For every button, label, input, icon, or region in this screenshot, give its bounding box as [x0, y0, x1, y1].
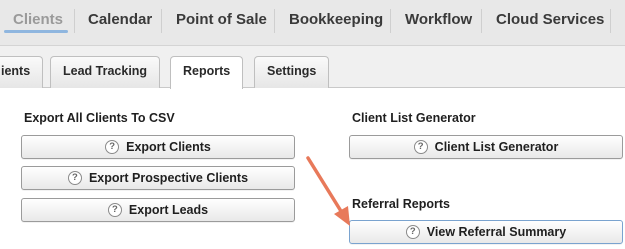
view-referral-summary-label: View Referral Summary — [426, 225, 567, 239]
nav-bookkeeping[interactable]: Bookkeeping — [289, 11, 383, 28]
help-icon[interactable]: ? — [67, 171, 82, 185]
export-heading: Export All Clients To CSV — [24, 111, 175, 125]
help-icon[interactable]: ? — [107, 203, 122, 217]
top-navigation: Clients Calendar Point of Sale Bookkeepi… — [0, 0, 625, 46]
annotation-arrow-icon — [306, 156, 350, 226]
help-icon[interactable]: ? — [105, 140, 120, 154]
export-leads-label: Export Leads — [128, 203, 209, 217]
tab-settings[interactable]: Settings — [254, 56, 330, 88]
export-clients-button[interactable]: ? Export Clients — [21, 135, 295, 159]
export-leads-button[interactable]: ? Export Leads — [21, 198, 295, 222]
sub-tab-bar: ients Lead Tracking Reports Settings — [0, 46, 625, 89]
nav-divider — [161, 9, 162, 33]
client-list-heading: Client List Generator — [352, 111, 476, 125]
nav-divider — [481, 9, 482, 33]
nav-cloud-services[interactable]: Cloud Services — [496, 11, 604, 28]
nav-divider — [390, 9, 391, 33]
export-prospective-clients-label: Export Prospective Clients — [88, 171, 249, 185]
help-icon[interactable]: ? — [413, 140, 428, 154]
nav-point-of-sale[interactable]: Point of Sale — [176, 11, 267, 28]
client-list-generator-label: Client List Generator — [434, 140, 559, 154]
nav-clients[interactable]: Clients — [13, 11, 63, 28]
tab-reports[interactable]: Reports — [170, 56, 244, 89]
active-nav-underline — [4, 30, 68, 33]
nav-divider — [610, 9, 611, 33]
nav-divider — [74, 9, 75, 33]
nav-workflow[interactable]: Workflow — [405, 11, 472, 28]
client-list-generator-button[interactable]: ? Client List Generator — [349, 135, 623, 159]
nav-divider — [274, 9, 275, 33]
export-clients-label: Export Clients — [126, 140, 211, 154]
referral-reports-heading: Referral Reports — [352, 197, 450, 211]
export-prospective-clients-button[interactable]: ? Export Prospective Clients — [21, 166, 295, 190]
nav-calendar[interactable]: Calendar — [88, 11, 152, 28]
tab-clients[interactable]: ients — [0, 56, 44, 88]
view-referral-summary-button[interactable]: ? View Referral Summary — [349, 220, 623, 244]
help-icon[interactable]: ? — [405, 225, 420, 239]
tab-lead-tracking[interactable]: Lead Tracking — [50, 56, 161, 88]
